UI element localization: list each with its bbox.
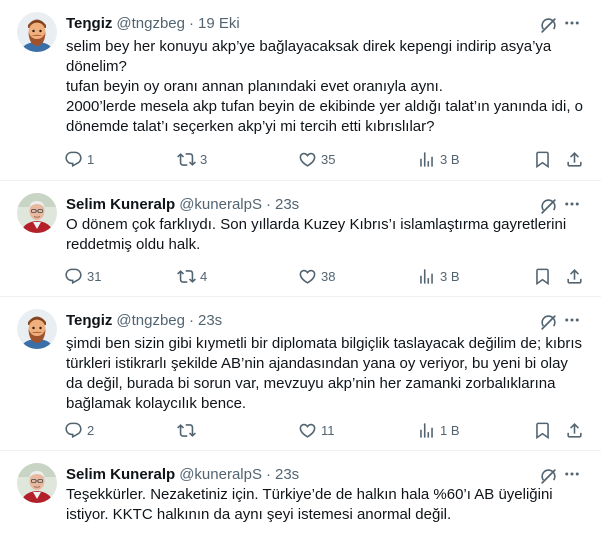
tweet[interactable]: Selim Kuneralp @kuneralpS · 23s Teşekkürler…: [0, 451, 601, 542]
conversation-thread: Teŋgiz @tngzbeg · 19 Eki selim bey her konu…: [0, 0, 601, 542]
more-dots-icon[interactable]: [563, 14, 581, 32]
tweet-actions: 31 4 38 3 B: [60, 264, 590, 288]
tweet-text: Teşekkürler. Nezaketiniz için. Türkiye’d…: [66, 486, 553, 523]
repost-button[interactable]: 4: [177, 264, 207, 288]
tweet[interactable]: Teŋgiz @tngzbeg · 19 Eki selim bey her konu…: [0, 0, 601, 181]
share-upload-icon: [565, 421, 584, 440]
grok-icon[interactable]: [539, 313, 558, 332]
bookmark-icon: [533, 150, 552, 169]
share-button[interactable]: [565, 147, 584, 171]
bookmark-button[interactable]: [533, 147, 552, 171]
repost-count: 3: [200, 151, 208, 167]
views-button[interactable]: 1 B: [417, 418, 460, 442]
author-handle[interactable]: @kuneralpS: [179, 466, 262, 483]
reply-button[interactable]: 1: [64, 147, 94, 171]
repost-count: 4: [200, 268, 208, 284]
author-name[interactable]: Teŋgiz: [66, 312, 112, 329]
reply-bubble-icon: [64, 267, 83, 286]
view-count: 3 B: [440, 268, 460, 284]
share-button[interactable]: [565, 418, 584, 442]
more-dots-icon[interactable]: [563, 311, 581, 329]
grok-icon[interactable]: [539, 16, 558, 35]
reply-button[interactable]: 2: [64, 418, 94, 442]
tweet[interactable]: Selim Kuneralp @kuneralpS · 23s O dönem çok…: [0, 181, 601, 297]
heart-icon: [298, 421, 317, 440]
tweet-header: Teŋgiz @tngzbeg · 19 Eki: [66, 14, 240, 34]
reply-button[interactable]: 31: [64, 264, 101, 288]
man-portrait-photo-avatar-icon: [17, 463, 57, 503]
author-name[interactable]: Selim Kuneralp: [66, 196, 175, 213]
like-button[interactable]: 38: [298, 264, 335, 288]
avatar[interactable]: [17, 12, 57, 52]
like-button[interactable]: 11: [298, 418, 335, 442]
views-button[interactable]: 3 B: [417, 264, 460, 288]
bookmark-icon: [533, 267, 552, 286]
grok-icon[interactable]: [539, 467, 558, 486]
share-upload-icon: [565, 150, 584, 169]
more-dots-icon[interactable]: [563, 465, 581, 483]
tweet-header: Teŋgiz @tngzbeg · 23s: [66, 311, 222, 331]
views-button[interactable]: 3 B: [417, 147, 460, 171]
like-count: 38: [321, 268, 336, 284]
repost-arrows-icon: [177, 150, 196, 169]
separator-dot: ·: [189, 15, 194, 32]
cartoon-bearded-man-avatar-icon: [17, 309, 57, 349]
views-bar-chart-icon: [417, 150, 436, 169]
avatar[interactable]: [17, 309, 57, 349]
view-count: 1 B: [440, 422, 460, 438]
reply-bubble-icon: [64, 421, 83, 440]
grok-icon[interactable]: [539, 197, 558, 216]
heart-icon: [298, 150, 317, 169]
tweet-time[interactable]: 19 Eki: [198, 15, 240, 32]
avatar[interactable]: [17, 193, 57, 233]
tweet-actions: 1 3 35 3 B: [60, 147, 590, 171]
bookmark-button[interactable]: [533, 264, 552, 288]
share-button[interactable]: [565, 264, 584, 288]
reply-count: 2: [87, 422, 95, 438]
author-handle[interactable]: @tngzbeg: [116, 15, 185, 32]
avatar[interactable]: [17, 463, 57, 503]
heart-icon: [298, 267, 317, 286]
share-upload-icon: [565, 267, 584, 286]
author-handle[interactable]: @kuneralpS: [179, 196, 262, 213]
tweet-time[interactable]: 23s: [198, 312, 222, 329]
views-bar-chart-icon: [417, 421, 436, 440]
author-name[interactable]: Teŋgiz: [66, 15, 112, 32]
separator-dot: ·: [189, 312, 194, 329]
reply-count: 1: [87, 151, 95, 167]
more-dots-icon[interactable]: [563, 195, 581, 213]
tweet-text: O dönem çok farklıydı. Son yıllarda Kuze…: [66, 216, 567, 253]
like-count: 35: [321, 151, 336, 167]
like-button[interactable]: 35: [298, 147, 335, 171]
view-count: 3 B: [440, 151, 460, 167]
bookmark-icon: [533, 421, 552, 440]
repost-arrows-icon: [177, 267, 196, 286]
tweet[interactable]: Teŋgiz @tngzbeg · 23s şimdi ben sizin gibi …: [0, 297, 601, 451]
tweet-header: Selim Kuneralp @kuneralpS · 23s: [66, 195, 299, 215]
tweet-actions: 2 11 1 B: [60, 418, 590, 442]
separator-dot: ·: [265, 196, 271, 213]
author-handle[interactable]: @tngzbeg: [116, 312, 185, 329]
man-portrait-photo-avatar-icon: [17, 193, 57, 233]
tweet-text: selim bey her konuyu akp’ye bağlayacaksa…: [66, 38, 584, 135]
bookmark-button[interactable]: [533, 418, 552, 442]
tweet-time[interactable]: 23s: [275, 466, 299, 483]
separator-dot: ·: [265, 466, 271, 483]
like-count: 11: [321, 422, 335, 438]
cartoon-bearded-man-avatar-icon: [17, 12, 57, 52]
repost-button[interactable]: 3: [177, 147, 207, 171]
reply-count: 31: [87, 268, 102, 284]
repost-button[interactable]: [177, 418, 200, 442]
tweet-text: şimdi ben sizin gibi kıymetli bir diplom…: [66, 335, 583, 412]
tweet-time[interactable]: 23s: [275, 196, 299, 213]
tweet-header: Selim Kuneralp @kuneralpS · 23s: [66, 465, 299, 485]
repost-arrows-icon: [177, 421, 196, 440]
author-name[interactable]: Selim Kuneralp: [66, 466, 175, 483]
views-bar-chart-icon: [417, 267, 436, 286]
reply-bubble-icon: [64, 150, 83, 169]
